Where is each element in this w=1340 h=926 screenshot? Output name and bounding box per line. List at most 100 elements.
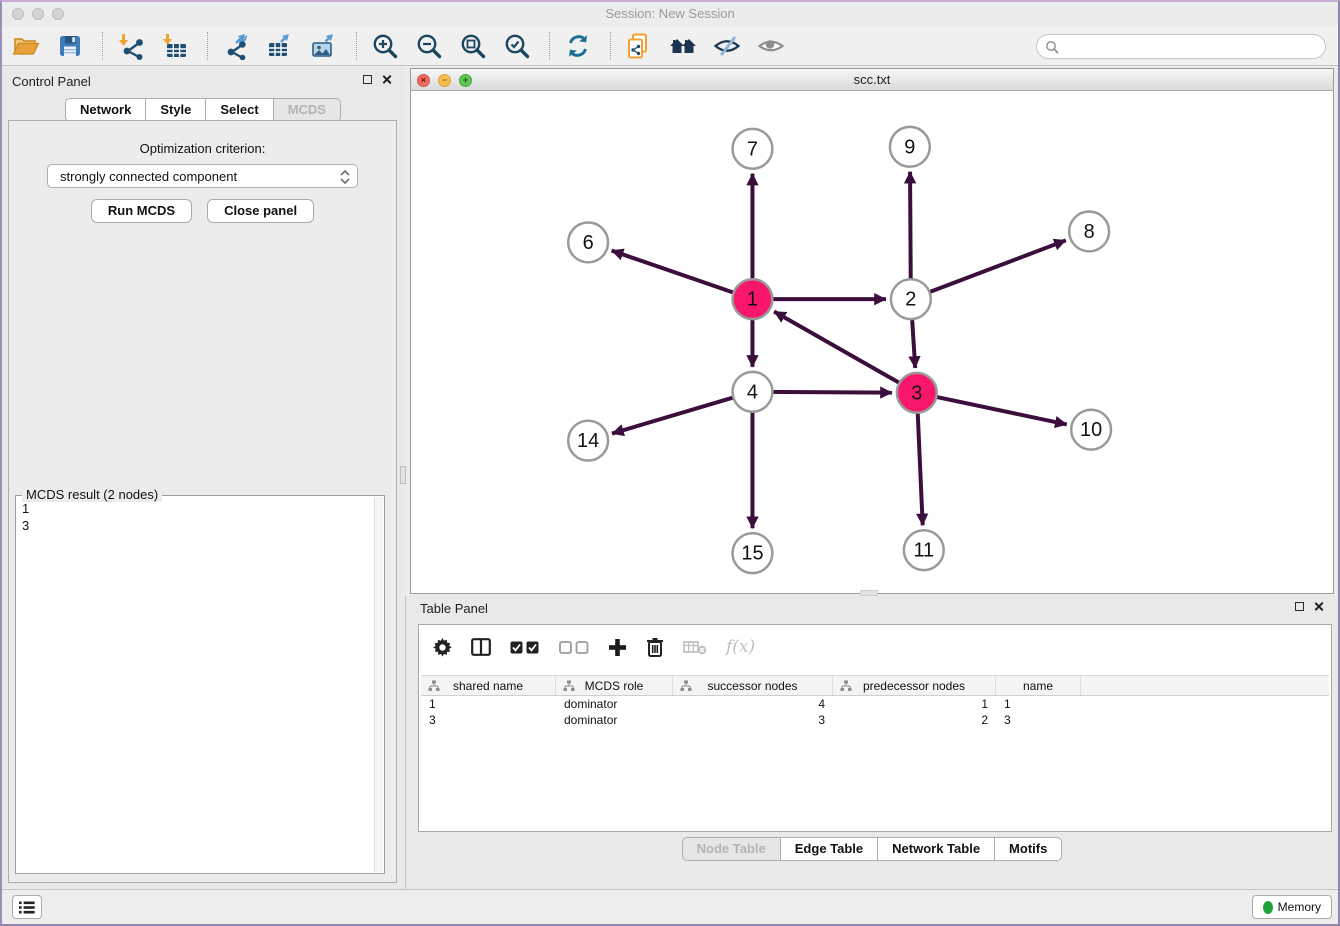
add-column-icon[interactable] bbox=[608, 638, 627, 657]
close-table-panel-icon[interactable] bbox=[1313, 601, 1324, 612]
run-mcds-button[interactable]: Run MCDS bbox=[91, 199, 192, 223]
open-file-icon[interactable] bbox=[12, 32, 40, 60]
column-header-predecessor-nodes[interactable]: predecessor nodes bbox=[833, 676, 996, 695]
refresh-layout-icon[interactable] bbox=[564, 32, 592, 60]
zoom-in-icon[interactable] bbox=[371, 32, 399, 60]
node-2[interactable]: 2 bbox=[891, 279, 931, 319]
svg-text:8: 8 bbox=[1084, 221, 1095, 243]
node-1[interactable]: 1 bbox=[733, 279, 773, 319]
zoom-fit-icon[interactable] bbox=[459, 32, 487, 60]
network-canvas[interactable]: 7 9 6 8 1 2 4 3 14 10 15 11 bbox=[411, 92, 1333, 593]
edge-3-10[interactable] bbox=[917, 393, 1067, 425]
export-table-icon[interactable] bbox=[266, 32, 294, 60]
hide-eye-icon[interactable] bbox=[713, 32, 741, 60]
task-history-button[interactable] bbox=[12, 895, 42, 919]
close-panel-icon[interactable] bbox=[381, 74, 392, 85]
svg-text:7: 7 bbox=[747, 138, 758, 160]
table-tab-node-table[interactable]: Node Table bbox=[682, 837, 781, 861]
node-9[interactable]: 9 bbox=[890, 127, 930, 167]
float-panel-icon[interactable] bbox=[363, 75, 372, 84]
memory-label: Memory bbox=[1278, 900, 1321, 914]
import-table-icon[interactable] bbox=[161, 32, 189, 60]
mcds-result-list: 13 bbox=[18, 498, 372, 871]
node-table-panel: f(x) shared nameMCDS rolesuccessor nodes… bbox=[418, 624, 1332, 832]
column-header-name[interactable]: name bbox=[996, 676, 1081, 695]
node-14[interactable]: 14 bbox=[568, 421, 608, 461]
close-panel-button[interactable]: Close panel bbox=[207, 199, 314, 223]
node-15[interactable]: 15 bbox=[733, 533, 773, 573]
table-header-row: shared nameMCDS rolesuccessor nodesprede… bbox=[421, 675, 1329, 696]
panel-splitter-handle[interactable] bbox=[400, 466, 406, 484]
export-network-icon[interactable] bbox=[222, 32, 250, 60]
svg-text:15: 15 bbox=[741, 543, 763, 565]
node-10[interactable]: 10 bbox=[1071, 410, 1111, 450]
table-cell[interactable]: 1 bbox=[996, 696, 1081, 712]
table-cell[interactable]: 1 bbox=[421, 696, 556, 712]
delete-column-icon[interactable] bbox=[646, 637, 664, 657]
svg-text:4: 4 bbox=[747, 381, 758, 403]
select-all-checkboxes-icon[interactable] bbox=[510, 641, 540, 654]
result-line: 3 bbox=[22, 517, 368, 534]
node-3[interactable]: 3 bbox=[897, 373, 937, 413]
column-header-MCDS-role[interactable]: MCDS role bbox=[556, 676, 673, 695]
tab-style[interactable]: Style bbox=[145, 98, 206, 122]
node-4[interactable]: 4 bbox=[733, 372, 773, 412]
float-table-panel-icon[interactable] bbox=[1295, 602, 1304, 611]
table-row[interactable]: 3dominator323 bbox=[421, 712, 1329, 728]
zoom-out-icon[interactable] bbox=[415, 32, 443, 60]
zoom-selected-icon[interactable] bbox=[503, 32, 531, 60]
search-icon bbox=[1045, 40, 1059, 54]
tab-network[interactable]: Network bbox=[65, 98, 146, 122]
node-8[interactable]: 8 bbox=[1069, 212, 1109, 252]
split-columns-icon[interactable] bbox=[471, 638, 491, 656]
edge-2-8[interactable] bbox=[911, 240, 1066, 299]
table-tabs: Node TableEdge TableNetwork TableMotifs bbox=[406, 837, 1338, 861]
delete-table-disabled-icon bbox=[683, 639, 707, 655]
edge-1-6[interactable] bbox=[612, 251, 753, 300]
network-window-titlebar[interactable]: × − + scc.txt bbox=[411, 69, 1333, 91]
column-header-shared-name[interactable]: shared name bbox=[421, 676, 556, 695]
memory-button[interactable]: Memory bbox=[1252, 895, 1332, 919]
table-tab-network-table[interactable]: Network Table bbox=[877, 837, 995, 861]
search-input[interactable] bbox=[1064, 39, 1314, 54]
node-11[interactable]: 11 bbox=[904, 530, 944, 570]
result-scrollbar[interactable] bbox=[374, 497, 383, 872]
home-view-icon[interactable] bbox=[669, 32, 697, 60]
toolbar-separator bbox=[207, 32, 208, 60]
optimization-dropdown[interactable]: strongly connected component bbox=[47, 164, 358, 188]
svg-text:9: 9 bbox=[904, 136, 915, 158]
search-field[interactable] bbox=[1036, 34, 1326, 59]
edge-4-14[interactable] bbox=[612, 392, 752, 434]
window-titlebar: Session: New Session bbox=[2, 2, 1338, 26]
table-cell[interactable]: 3 bbox=[996, 712, 1081, 728]
table-cell[interactable]: 3 bbox=[421, 712, 556, 728]
node-7[interactable]: 7 bbox=[733, 129, 773, 169]
table-cell[interactable]: 4 bbox=[673, 696, 833, 712]
table-cell[interactable]: 2 bbox=[833, 712, 996, 728]
control-panel: Control Panel NetworkStyleSelectMCDS Opt… bbox=[2, 67, 404, 889]
settings-gear-icon[interactable] bbox=[433, 638, 452, 657]
table-cell[interactable]: 1 bbox=[833, 696, 996, 712]
table-cell[interactable]: 3 bbox=[673, 712, 833, 728]
svg-text:3: 3 bbox=[911, 382, 922, 404]
show-eye-icon[interactable] bbox=[757, 32, 785, 60]
column-header-successor-nodes[interactable]: successor nodes bbox=[673, 676, 833, 695]
table-tab-motifs[interactable]: Motifs bbox=[994, 837, 1062, 861]
toolbar-separator bbox=[610, 32, 611, 60]
import-network-icon[interactable] bbox=[117, 32, 145, 60]
save-session-icon[interactable] bbox=[56, 32, 84, 60]
edge-3-1[interactable] bbox=[774, 312, 917, 393]
deselect-checkboxes-icon[interactable] bbox=[559, 641, 589, 654]
export-image-icon[interactable] bbox=[310, 32, 338, 60]
table-row[interactable]: 1dominator411 bbox=[421, 696, 1329, 712]
table-cell[interactable]: dominator bbox=[556, 712, 673, 728]
tab-select[interactable]: Select bbox=[205, 98, 273, 122]
node-6[interactable]: 6 bbox=[568, 222, 608, 262]
table-tab-edge-table[interactable]: Edge Table bbox=[780, 837, 878, 861]
tab-mcds[interactable]: MCDS bbox=[273, 98, 341, 122]
svg-text:11: 11 bbox=[913, 540, 934, 562]
task-list-icon bbox=[19, 901, 35, 914]
table-cell[interactable]: dominator bbox=[556, 696, 673, 712]
memory-status-dot bbox=[1263, 901, 1273, 914]
duplicate-network-icon[interactable] bbox=[625, 32, 653, 60]
